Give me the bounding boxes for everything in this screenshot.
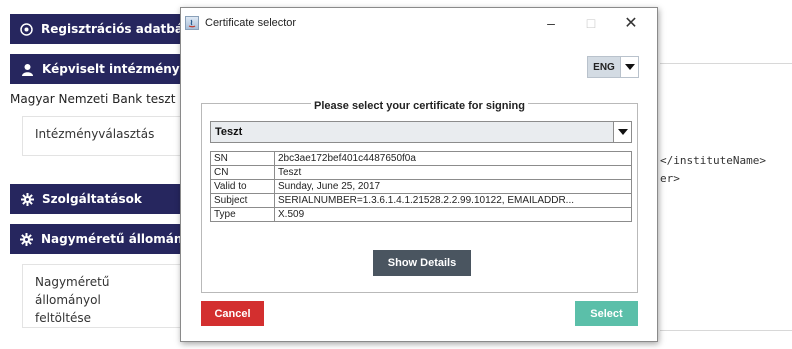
nav-represented-institution[interactable]: Képviselt intézmény — [10, 54, 186, 84]
detail-value: SERIALNUMBER=1.3.6.1.4.1.21528.2.2.99.10… — [274, 193, 632, 208]
nav-services[interactable]: Szolgáltatások — [10, 184, 186, 214]
table-row: Type X.509 — [210, 207, 632, 222]
circle-arrow-icon — [20, 22, 33, 36]
nav-label: Nagyméretű állományo — [41, 232, 186, 246]
gear-icon — [20, 192, 34, 206]
show-details-button[interactable]: Show Details — [373, 250, 471, 276]
detail-value: 2bc3ae172bef401c4487650f0a — [274, 151, 632, 166]
minimize-button[interactable]: – — [531, 8, 571, 38]
institution-select-box[interactable]: Intézményválasztás — [22, 116, 186, 156]
dialog-title: Certificate selector — [205, 17, 297, 29]
group-title: Please select your certificate for signi… — [311, 100, 528, 112]
detail-value: Sunday, June 25, 2017 — [274, 179, 632, 194]
xml-text: </instituteName> — [660, 154, 766, 167]
nav-registration-database[interactable]: Regisztrációs adatbázi — [10, 14, 186, 44]
detail-value: Teszt — [274, 165, 632, 180]
upload-box-line1: Nagyméretű állományol — [35, 275, 110, 307]
detail-value: X.509 — [274, 207, 632, 222]
detail-key: Subject — [210, 193, 275, 208]
screen: Regisztrációs adatbázi Képviselt intézmé… — [0, 0, 792, 349]
upload-box-line2: feltöltése — [35, 311, 92, 325]
certificate-selector-dialog: Certificate selector – □ ✕ ENG Please se… — [180, 7, 658, 342]
maximize-button[interactable]: □ — [571, 8, 611, 38]
certificate-dropdown-value: Teszt — [215, 126, 243, 138]
language-select[interactable]: ENG — [587, 56, 639, 78]
title-bar[interactable]: Certificate selector – □ ✕ — [181, 8, 657, 38]
java-app-icon — [185, 16, 199, 30]
divider — [660, 63, 792, 64]
certificate-details-table: SN 2bc3ae172bef401c4487650f0a CN Teszt Val… — [210, 151, 632, 222]
xml-text: er> — [660, 172, 680, 185]
user-icon — [20, 62, 34, 76]
upload-box[interactable]: Nagyméretű állományol feltöltése — [22, 264, 186, 328]
certificate-group: Please select your certificate for signi… — [201, 100, 638, 293]
nav-label: Szolgáltatások — [42, 192, 142, 206]
divider — [660, 330, 792, 331]
nav-label: Regisztrációs adatbázi — [41, 22, 186, 36]
detail-key: Type — [210, 207, 275, 222]
nav-large-files[interactable]: Nagyméretű állományo — [10, 224, 186, 254]
gear-icon — [20, 232, 33, 246]
select-button[interactable]: Select — [575, 301, 638, 326]
table-row: Subject SERIALNUMBER=1.3.6.1.4.1.21528.2.… — [210, 193, 632, 208]
certificate-dropdown[interactable]: Teszt — [210, 121, 632, 143]
language-value: ENG — [588, 57, 620, 77]
detail-key: Valid to — [210, 179, 275, 194]
background-page: Regisztrációs adatbázi Képviselt intézmé… — [0, 0, 186, 349]
table-row: CN Teszt — [210, 165, 632, 180]
detail-key: SN — [210, 151, 275, 166]
group-title-wrap: Please select your certificate for signi… — [202, 96, 637, 114]
bank-label: Magyar Nemzeti Bank teszt — [10, 92, 176, 106]
cancel-button[interactable]: Cancel — [201, 301, 264, 326]
table-row: SN 2bc3ae172bef401c4487650f0a — [210, 151, 632, 166]
nav-label: Képviselt intézmény — [42, 62, 180, 76]
chevron-down-icon[interactable] — [613, 122, 631, 142]
close-button[interactable]: ✕ — [611, 8, 651, 38]
chevron-down-icon[interactable] — [620, 57, 638, 77]
table-row: Valid to Sunday, June 25, 2017 — [210, 179, 632, 194]
detail-key: CN — [210, 165, 275, 180]
